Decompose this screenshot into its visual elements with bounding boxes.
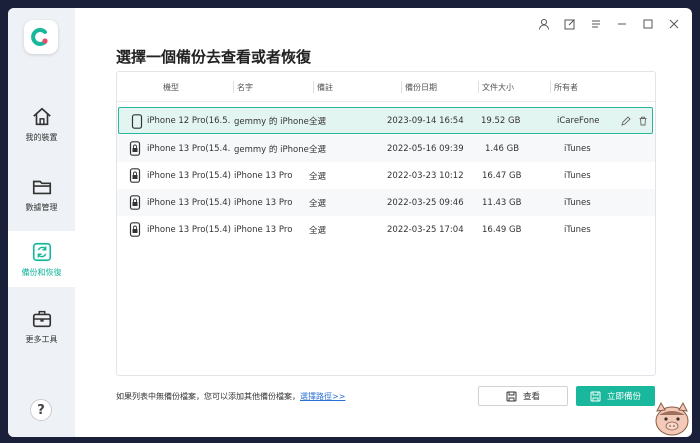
table-row[interactable]: iPhone 12 Pro(16.5.1) gemmy 的 iPhone 全選 … — [118, 107, 653, 134]
cell-note: 全選 — [309, 225, 327, 236]
view-button-label: 查看 — [522, 392, 540, 402]
cell-size: 19.52 GB — [481, 115, 521, 126]
cell-note: 全選 — [309, 198, 327, 209]
cell-name: iPhone 13 Pro — [234, 224, 293, 235]
view-icon — [506, 391, 517, 401]
folder-icon — [32, 180, 51, 194]
sidebar-item-label: 更多工具 — [25, 334, 58, 344]
table-row[interactable]: iPhone 13 Pro(15.4) iPhone 13 Pro 全選 202… — [117, 216, 655, 243]
backup-restore-icon — [32, 242, 51, 261]
phone-lock-icon — [129, 195, 141, 210]
phone-lock-icon — [129, 222, 141, 237]
column-header-note[interactable]: 備註 — [313, 72, 333, 102]
save-icon — [590, 391, 601, 401]
cell-note: 全選 — [309, 171, 327, 182]
cell-size: 16.47 GB — [482, 170, 522, 181]
page-title: 選擇一個備份去查看或者恢復 — [116, 48, 312, 66]
sidebar-item-label: 我的裝置 — [25, 132, 58, 142]
cell-name: gemmy 的 iPhone — [234, 116, 309, 127]
column-header-name[interactable]: 名字 — [233, 72, 253, 102]
cell-size: 1.46 GB — [485, 143, 520, 154]
cell-owner: iCareFone — [557, 115, 600, 126]
cell-model: iPhone 13 Pro(15.4) — [147, 224, 231, 235]
sidebar: 我的裝置 數據管理 備份和恢復 更多工具 ? — [8, 8, 75, 437]
view-button[interactable]: 查看 — [478, 386, 568, 406]
select-path-link[interactable]: 選擇路徑>> — [300, 392, 345, 401]
feedback-icon[interactable] — [562, 16, 578, 32]
phone-icon — [131, 114, 143, 129]
cell-model: iPhone 13 Pro(15.4) — [147, 170, 231, 181]
close-icon[interactable] — [666, 16, 682, 32]
pig-mascot-watermark — [655, 401, 689, 436]
phone-lock-icon — [129, 141, 141, 156]
cell-date: 2022-03-25 09:46 — [387, 197, 464, 208]
backup-table: 機型 名字 備註 備份日期 文件大小 所有者 iPhone 12 Pro(16.… — [116, 71, 656, 376]
cell-model: iPhone 13 Pro(15.4) — [147, 197, 231, 208]
sidebar-item-label: 數據管理 — [25, 202, 58, 212]
table-row[interactable]: iPhone 13 Pro(15.4) iPhone 13 Pro 全選 202… — [117, 162, 655, 189]
column-header-owner[interactable]: 所有者 — [550, 72, 578, 102]
sidebar-item-label: 備份和恢復 — [21, 267, 62, 277]
help-button[interactable]: ? — [30, 399, 52, 421]
cell-name: iPhone 13 Pro — [234, 170, 293, 181]
cell-size: 11.43 GB — [482, 197, 522, 208]
sidebar-item-data-management[interactable]: 數據管理 — [8, 166, 75, 222]
footer-note-text: 如果列表中無備份檔案，您可以添加其他備份檔案， — [116, 392, 300, 401]
cell-note: 全選 — [309, 144, 327, 155]
sidebar-item-my-device[interactable]: 我的裝置 — [8, 96, 75, 152]
toolbox-icon — [32, 310, 51, 327]
cell-owner: iTunes — [564, 197, 591, 208]
table-row[interactable]: iPhone 13 Pro(15.4.1) gemmy 的 iPhone 全選 … — [117, 135, 655, 162]
cell-date: 2022-05-16 09:39 — [387, 143, 464, 154]
cell-note: 全選 — [309, 116, 327, 127]
sidebar-item-backup-restore[interactable]: 備份和恢復 — [8, 231, 75, 287]
column-header-model[interactable]: 機型 — [163, 72, 179, 102]
minimize-icon[interactable] — [614, 16, 630, 32]
cell-date: 2022-03-23 10:12 — [387, 170, 464, 181]
cell-model: iPhone 12 Pro(16.5.1) — [147, 115, 231, 126]
cell-owner: iTunes — [564, 170, 591, 181]
menu-icon[interactable] — [588, 16, 604, 32]
footer-note: 如果列表中無備份檔案，您可以添加其他備份檔案，選擇路徑>> — [116, 391, 345, 402]
cell-size: 16.49 GB — [482, 224, 522, 235]
app-logo — [24, 20, 58, 54]
delete-icon[interactable] — [638, 116, 648, 126]
table-header: 機型 名字 備註 備份日期 文件大小 所有者 — [117, 72, 655, 102]
app-window: 我的裝置 數據管理 備份和恢復 更多工具 ? 選擇一個備份去查看或者恢復 機型 … — [8, 8, 692, 437]
account-icon[interactable] — [536, 16, 552, 32]
cell-name: gemmy 的 iPhone — [234, 144, 309, 155]
backup-now-button-label: 立即備份 — [606, 392, 641, 402]
column-header-size[interactable]: 文件大小 — [478, 72, 514, 102]
column-header-date[interactable]: 備份日期 — [401, 72, 437, 102]
cell-model: iPhone 13 Pro(15.4.1) — [147, 143, 231, 154]
table-row[interactable]: iPhone 13 Pro(15.4) iPhone 13 Pro 全選 202… — [117, 189, 655, 216]
maximize-icon[interactable] — [640, 16, 656, 32]
cell-owner: iTunes — [564, 224, 591, 235]
window-controls — [536, 16, 682, 32]
home-icon — [32, 107, 51, 125]
cell-date: 2022-03-25 17:04 — [387, 224, 464, 235]
cell-date: 2023-09-14 16:54 — [387, 115, 464, 126]
backup-now-button[interactable]: 立即備份 — [576, 386, 655, 406]
cell-name: iPhone 13 Pro — [234, 197, 293, 208]
phone-lock-icon — [129, 168, 141, 183]
cell-owner: iTunes — [564, 143, 591, 154]
sidebar-item-more-tools[interactable]: 更多工具 — [8, 298, 75, 354]
edit-icon[interactable] — [621, 116, 631, 126]
